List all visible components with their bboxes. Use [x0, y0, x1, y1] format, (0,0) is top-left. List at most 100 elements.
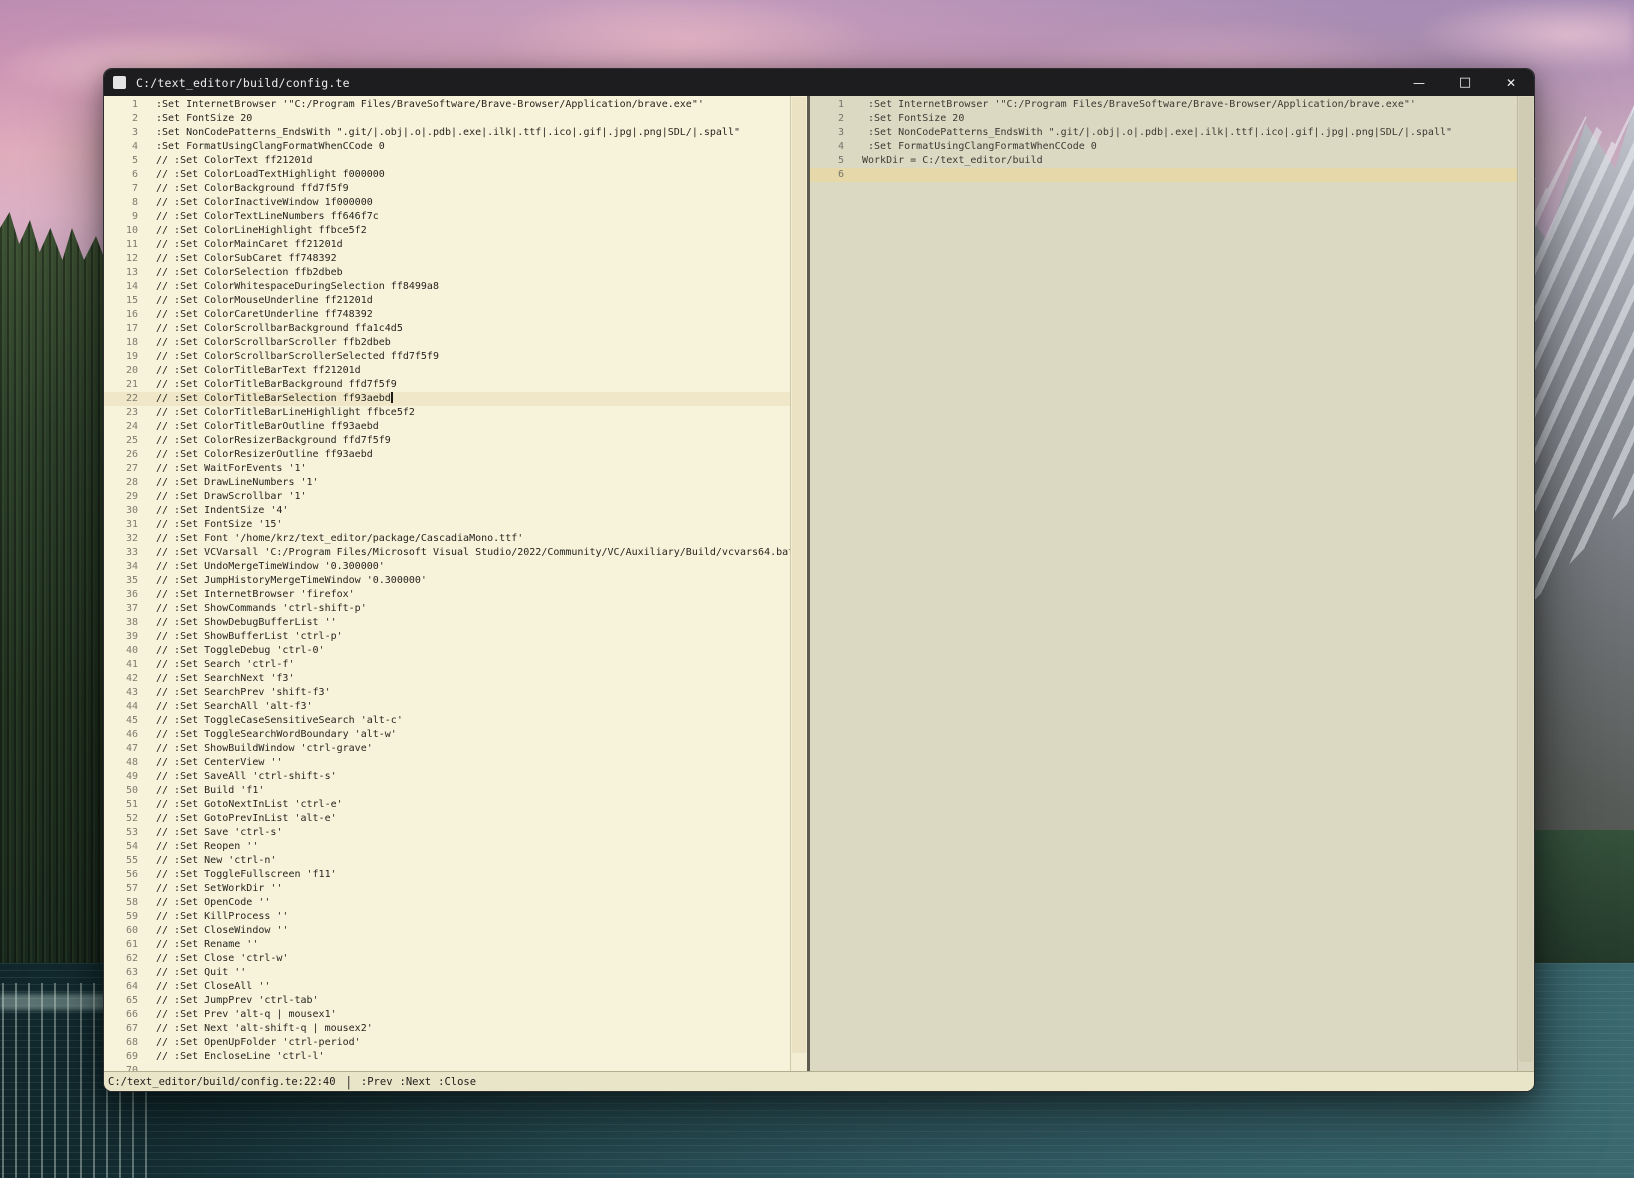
- code-line[interactable]: 19// :Set ColorScrollbarScrollerSelected…: [104, 350, 790, 364]
- code-line[interactable]: 40// :Set ToggleDebug 'ctrl-0': [104, 644, 790, 658]
- code-line[interactable]: 18// :Set ColorScrollbarScroller ffb2dbe…: [104, 336, 790, 350]
- code-line[interactable]: 61// :Set Rename '': [104, 938, 790, 952]
- code-line[interactable]: 52// :Set GotoPrevInList 'alt-e': [104, 812, 790, 826]
- code-line[interactable]: 28// :Set DrawLineNumbers '1': [104, 476, 790, 490]
- status-action-close[interactable]: :Close: [438, 1076, 476, 1088]
- code-line[interactable]: 35// :Set JumpHistoryMergeTimeWindow '0.…: [104, 574, 790, 588]
- code-line[interactable]: 1 :Set InternetBrowser '"C:/Program File…: [810, 98, 1517, 112]
- code-line[interactable]: 21// :Set ColorTitleBarBackground ffd7f5…: [104, 378, 790, 392]
- code-line[interactable]: 49// :Set SaveAll 'ctrl-shift-s': [104, 770, 790, 784]
- code-line[interactable]: 3:Set NonCodePatterns_EndsWith ".git/|.o…: [104, 126, 790, 140]
- code-line[interactable]: 6// :Set ColorLoadTextHighlight f000000: [104, 168, 790, 182]
- code-line[interactable]: 3 :Set NonCodePatterns_EndsWith ".git/|.…: [810, 126, 1517, 140]
- code-line[interactable]: 60// :Set CloseWindow '': [104, 924, 790, 938]
- code-line[interactable]: 69// :Set EncloseLine 'ctrl-l': [104, 1050, 790, 1064]
- status-action-prev[interactable]: :Prev: [361, 1076, 393, 1088]
- code-line[interactable]: 12// :Set ColorSubCaret ff748392: [104, 252, 790, 266]
- code-line[interactable]: 23// :Set ColorTitleBarLineHighlight ffb…: [104, 406, 790, 420]
- code-line[interactable]: 54// :Set Reopen '': [104, 840, 790, 854]
- code-area-left[interactable]: 1:Set InternetBrowser '"C:/Program Files…: [104, 96, 790, 1071]
- close-button[interactable]: ✕: [1488, 69, 1534, 96]
- code-line[interactable]: 2:Set FontSize 20: [104, 112, 790, 126]
- code-line[interactable]: 56// :Set ToggleFullscreen 'f11': [104, 868, 790, 882]
- status-action-next[interactable]: :Next: [400, 1076, 432, 1088]
- code-line[interactable]: 43// :Set SearchPrev 'shift-f3': [104, 686, 790, 700]
- code-line[interactable]: 65// :Set JumpPrev 'ctrl-tab': [104, 994, 790, 1008]
- code-text: // :Set SearchPrev 'shift-f3': [156, 686, 790, 700]
- code-line[interactable]: 47// :Set ShowBuildWindow 'ctrl-grave': [104, 742, 790, 756]
- line-number: 58: [104, 896, 156, 910]
- line-number: 6: [104, 168, 156, 182]
- code-line[interactable]: 67// :Set Next 'alt-shift-q | mousex2': [104, 1022, 790, 1036]
- maximize-button[interactable]: □: [1442, 69, 1488, 96]
- code-line[interactable]: 13// :Set ColorSelection ffb2dbeb: [104, 266, 790, 280]
- code-line[interactable]: 66// :Set Prev 'alt-q | mousex1': [104, 1008, 790, 1022]
- code-line[interactable]: 34// :Set UndoMergeTimeWindow '0.300000': [104, 560, 790, 574]
- code-line[interactable]: 20// :Set ColorTitleBarText ff21201d: [104, 364, 790, 378]
- code-line[interactable]: 37// :Set ShowCommands 'ctrl-shift-p': [104, 602, 790, 616]
- code-line[interactable]: 33// :Set VCVarsall 'C:/Program Files/Mi…: [104, 546, 790, 560]
- right-scrollbar-thumb[interactable]: [1519, 97, 1533, 1062]
- code-line[interactable]: 16// :Set ColorCaretUnderline ff748392: [104, 308, 790, 322]
- code-line[interactable]: 29// :Set DrawScrollbar '1': [104, 490, 790, 504]
- code-line[interactable]: 39// :Set ShowBufferList 'ctrl-p': [104, 630, 790, 644]
- code-text: // :Set SearchNext 'f3': [156, 672, 790, 686]
- code-line[interactable]: 62// :Set Close 'ctrl-w': [104, 952, 790, 966]
- code-line[interactable]: 48// :Set CenterView '': [104, 756, 790, 770]
- code-line[interactable]: 10// :Set ColorLineHighlight ffbce5f2: [104, 224, 790, 238]
- code-line[interactable]: 30// :Set IndentSize '4': [104, 504, 790, 518]
- code-line[interactable]: 5WorkDir = C:/text_editor/build: [810, 154, 1517, 168]
- code-line[interactable]: 68// :Set OpenUpFolder 'ctrl-period': [104, 1036, 790, 1050]
- code-line[interactable]: 41// :Set Search 'ctrl-f': [104, 658, 790, 672]
- code-line[interactable]: 5// :Set ColorText ff21201d: [104, 154, 790, 168]
- minimize-button[interactable]: —: [1396, 69, 1442, 96]
- code-line[interactable]: 63// :Set Quit '': [104, 966, 790, 980]
- left-scrollbar[interactable]: [790, 96, 807, 1071]
- left-scrollbar-thumb[interactable]: [792, 97, 806, 1053]
- code-line[interactable]: 44// :Set SearchAll 'alt-f3': [104, 700, 790, 714]
- code-line[interactable]: 22// :Set ColorTitleBarSelection ff93aeb…: [104, 392, 790, 406]
- code-area-right[interactable]: 1 :Set InternetBrowser '"C:/Program File…: [810, 96, 1517, 1071]
- code-line[interactable]: 45// :Set ToggleCaseSensitiveSearch 'alt…: [104, 714, 790, 728]
- code-line[interactable]: 9// :Set ColorTextLineNumbers ff646f7c: [104, 210, 790, 224]
- code-line[interactable]: 17// :Set ColorScrollbarBackground ffa1c…: [104, 322, 790, 336]
- code-line[interactable]: 59// :Set KillProcess '': [104, 910, 790, 924]
- code-line[interactable]: 14// :Set ColorWhitespaceDuringSelection…: [104, 280, 790, 294]
- code-line[interactable]: 57// :Set SetWorkDir '': [104, 882, 790, 896]
- code-line[interactable]: 26// :Set ColorResizerOutline ff93aebd: [104, 448, 790, 462]
- code-line[interactable]: 15// :Set ColorMouseUnderline ff21201d: [104, 294, 790, 308]
- code-line[interactable]: 2 :Set FontSize 20: [810, 112, 1517, 126]
- code-line[interactable]: 6: [810, 168, 1517, 182]
- code-line[interactable]: 11// :Set ColorMainCaret ff21201d: [104, 238, 790, 252]
- code-line[interactable]: 24// :Set ColorTitleBarOutline ff93aebd: [104, 420, 790, 434]
- code-line[interactable]: 31// :Set FontSize '15': [104, 518, 790, 532]
- code-line[interactable]: 4 :Set FormatUsingClangFormatWhenCCode 0: [810, 140, 1517, 154]
- code-text: // :Set ColorScrollbarBackground ffa1c4d…: [156, 322, 790, 336]
- code-line[interactable]: 1:Set InternetBrowser '"C:/Program Files…: [104, 98, 790, 112]
- code-line[interactable]: 38// :Set ShowDebugBufferList '': [104, 616, 790, 630]
- code-line[interactable]: 42// :Set SearchNext 'f3': [104, 672, 790, 686]
- line-number: 28: [104, 476, 156, 490]
- code-line[interactable]: 58// :Set OpenCode '': [104, 896, 790, 910]
- code-line[interactable]: 51// :Set GotoNextInList 'ctrl-e': [104, 798, 790, 812]
- code-line[interactable]: 50// :Set Build 'f1': [104, 784, 790, 798]
- code-line[interactable]: 64// :Set CloseAll '': [104, 980, 790, 994]
- code-line[interactable]: 27// :Set WaitForEvents '1': [104, 462, 790, 476]
- code-line[interactable]: 53// :Set Save 'ctrl-s': [104, 826, 790, 840]
- code-line[interactable]: 36// :Set InternetBrowser 'firefox': [104, 588, 790, 602]
- line-number: 60: [104, 924, 156, 938]
- code-line[interactable]: 4:Set FormatUsingClangFormatWhenCCode 0: [104, 140, 790, 154]
- code-line[interactable]: 70: [104, 1064, 790, 1071]
- line-number: 37: [104, 602, 156, 616]
- code-text: // :Set Reopen '': [156, 840, 790, 854]
- titlebar[interactable]: C:/text_editor/build/config.te — □ ✕: [104, 69, 1534, 96]
- code-line[interactable]: 7// :Set ColorBackground ffd7f5f9: [104, 182, 790, 196]
- window-controls: — □ ✕: [1396, 69, 1534, 96]
- code-line[interactable]: 25// :Set ColorResizerBackground ffd7f5f…: [104, 434, 790, 448]
- right-scrollbar[interactable]: [1517, 96, 1534, 1071]
- code-line[interactable]: 8// :Set ColorInactiveWindow 1f000000: [104, 196, 790, 210]
- code-line[interactable]: 46// :Set ToggleSearchWordBoundary 'alt-…: [104, 728, 790, 742]
- line-number: 15: [104, 294, 156, 308]
- code-line[interactable]: 55// :Set New 'ctrl-n': [104, 854, 790, 868]
- code-line[interactable]: 32// :Set Font '/home/krz/text_editor/pa…: [104, 532, 790, 546]
